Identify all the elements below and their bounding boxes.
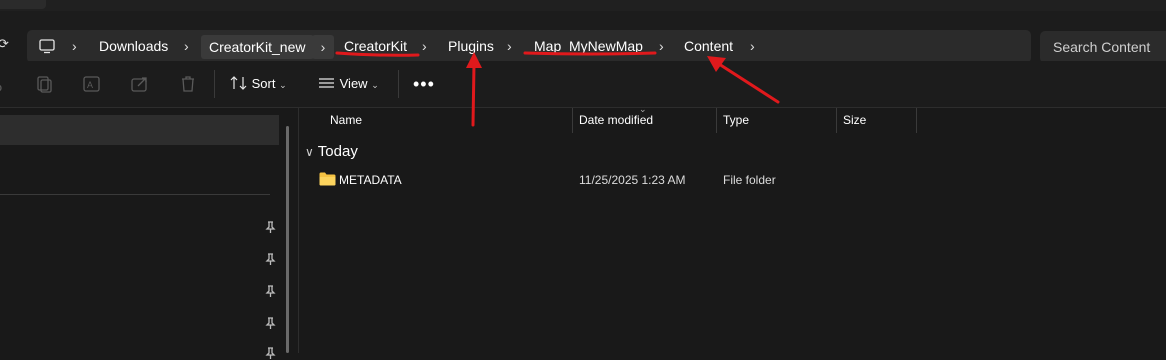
sidebar-divider [0, 194, 270, 195]
table-row[interactable]: METADATA 11/25/2025 1:23 AM File folder [299, 168, 1166, 192]
pin-icon[interactable] [263, 252, 277, 266]
file-date-modified: 11/25/2025 1:23 AM [579, 173, 686, 187]
breadcrumb-plugins[interactable]: Plugins [448, 30, 494, 63]
window-tab[interactable] [0, 0, 46, 9]
breadcrumb-content[interactable]: Content [684, 30, 733, 63]
search-input[interactable]: Search Content [1040, 31, 1166, 63]
sidebar-scrollbar[interactable] [286, 126, 289, 353]
view-label: View [339, 76, 368, 91]
column-divider[interactable] [716, 108, 717, 133]
group-header-today[interactable]: ∨ Today [305, 143, 358, 160]
chevron-right-icon[interactable]: › [750, 30, 755, 63]
column-divider[interactable] [916, 108, 917, 133]
refresh-icon[interactable]: ⟳ [0, 36, 9, 56]
chevron-right-icon[interactable]: › [507, 30, 512, 63]
rename-icon[interactable]: A [81, 73, 103, 95]
chevron-down-icon: ⌄ [279, 80, 287, 90]
chevron-right-icon[interactable]: › [184, 30, 189, 63]
view-icon [319, 78, 334, 88]
toolbar-divider [398, 70, 399, 98]
sort-label: Sort [251, 76, 276, 91]
navigation-bar: ⟳ › Downloads › CreatorKit_new › Creator… [0, 11, 1166, 63]
breadcrumb-downloads[interactable]: Downloads [99, 30, 168, 63]
pin-icon[interactable] [263, 220, 277, 234]
delete-icon[interactable] [177, 73, 199, 95]
sidebar-item-selected[interactable] [0, 115, 279, 145]
ellipsis-icon[interactable]: ••• [413, 61, 435, 107]
file-list: Name ⌄ Date modified Type Size ∨ Today ME… [298, 104, 1166, 353]
pin-icon[interactable] [263, 346, 277, 360]
breadcrumb-creatorkit[interactable]: CreatorKit [344, 30, 407, 63]
breadcrumb-creatorkit-new[interactable]: CreatorKit_new [201, 35, 314, 59]
toolbar-divider [214, 70, 215, 98]
chevron-down-icon: ∨ [305, 145, 314, 159]
group-label: Today [317, 143, 358, 160]
sort-button[interactable]: Sort ⌄ [230, 61, 287, 107]
sort-icon [230, 76, 247, 90]
file-name: METADATA [339, 173, 402, 187]
command-bar: A Sort ⌄ View ⌄ ••• [0, 61, 1166, 108]
cut-icon[interactable] [0, 73, 14, 95]
pin-icon[interactable] [263, 316, 277, 330]
chevron-right-icon[interactable]: › [659, 30, 664, 63]
column-header-date-modified[interactable]: Date modified [579, 108, 653, 133]
chevron-down-icon: ⌄ [371, 80, 379, 90]
svg-text:A: A [87, 80, 93, 90]
column-header-type[interactable]: Type [723, 108, 749, 133]
chevron-right-icon[interactable]: › [312, 35, 334, 59]
column-divider[interactable] [836, 108, 837, 133]
address-bar[interactable]: › Downloads › CreatorKit_new › CreatorKi… [27, 30, 1031, 63]
navigation-pane [0, 108, 286, 359]
folder-icon [319, 172, 336, 186]
column-header-name[interactable]: Name [330, 108, 362, 133]
title-bar [0, 0, 1166, 11]
monitor-icon[interactable] [39, 39, 55, 54]
column-divider[interactable] [572, 108, 573, 133]
chevron-right-icon[interactable]: › [422, 30, 427, 63]
chevron-right-icon[interactable]: › [72, 30, 77, 63]
pin-icon[interactable] [263, 284, 277, 298]
column-header-size[interactable]: Size [843, 108, 866, 133]
copy-icon[interactable] [33, 73, 55, 95]
view-button[interactable]: View ⌄ [318, 61, 379, 107]
share-icon[interactable] [129, 73, 151, 95]
file-type: File folder [723, 173, 776, 187]
breadcrumb-map-mynewmap[interactable]: Map_MyNewMap [534, 30, 643, 63]
